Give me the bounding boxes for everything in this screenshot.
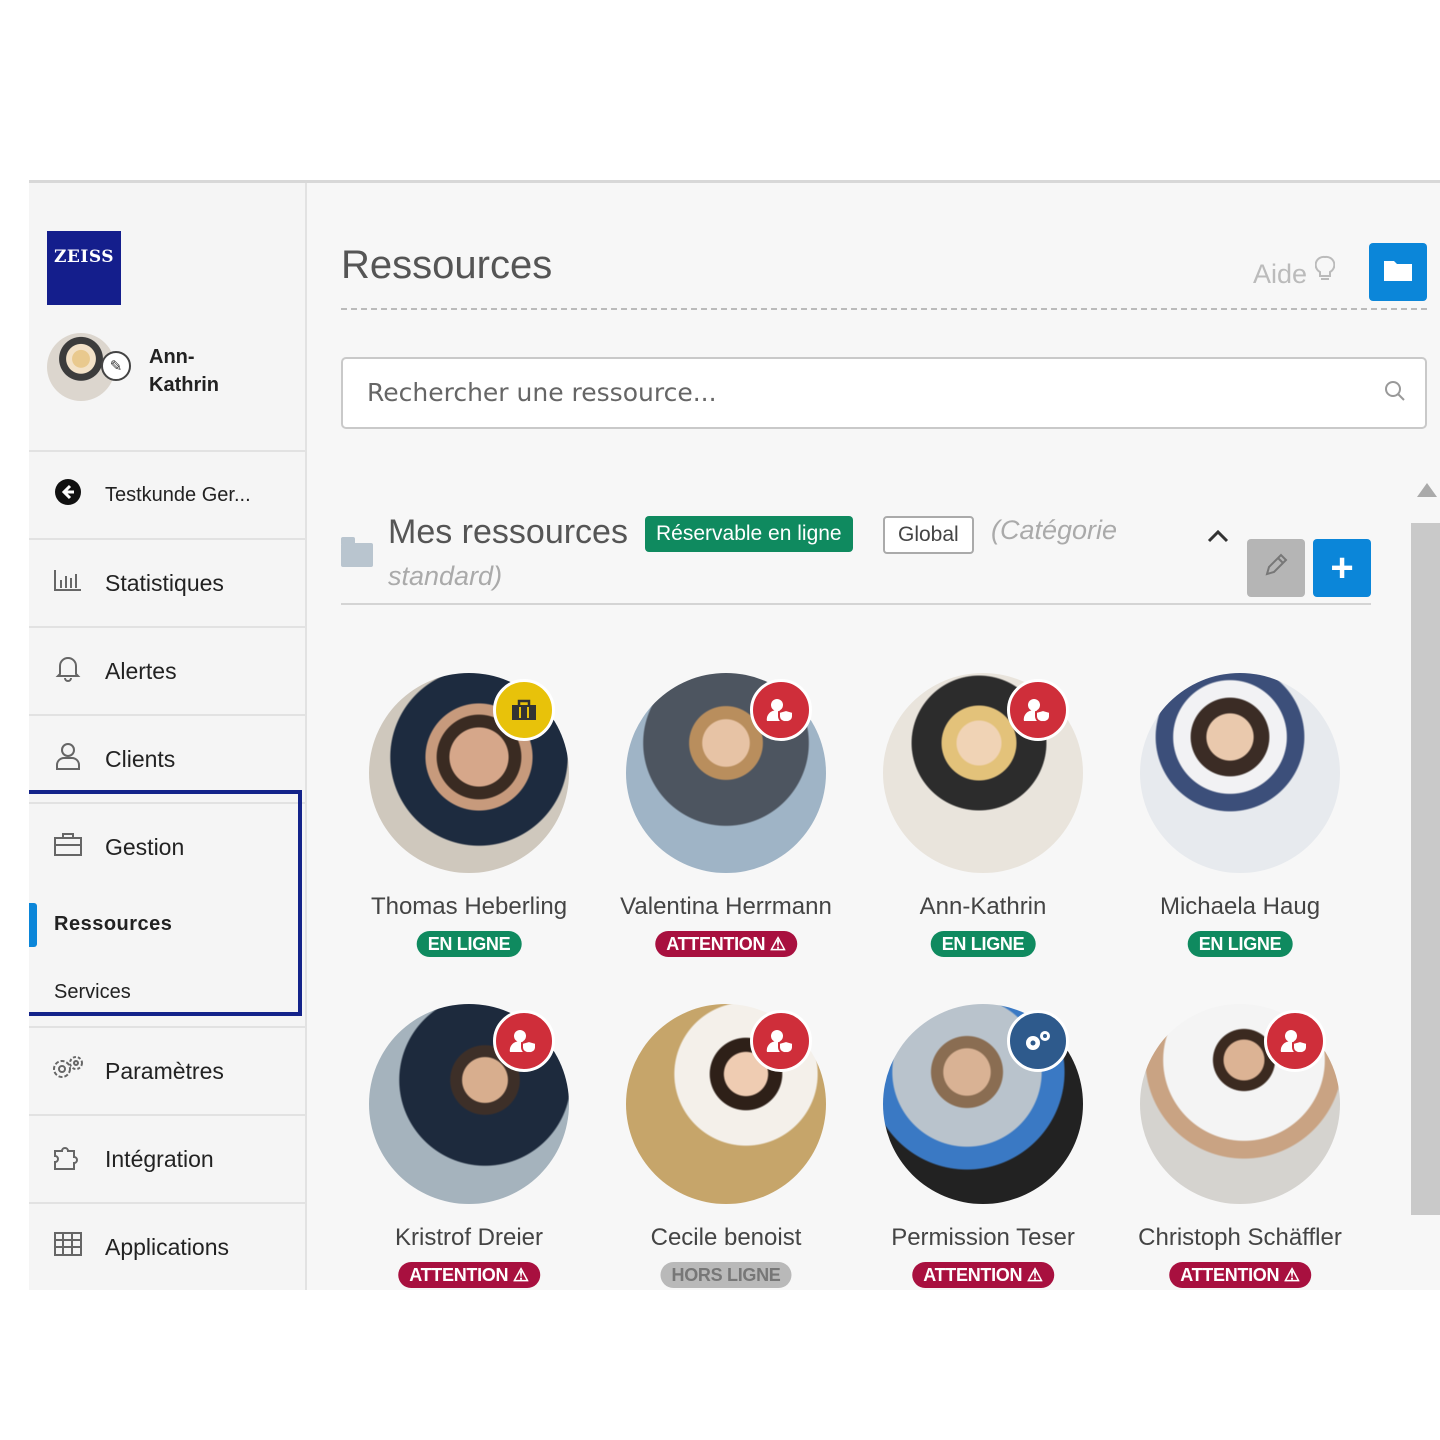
bar-chart-icon — [51, 568, 85, 598]
status-label: ATTENTION — [923, 1265, 1023, 1285]
sidebar-item-integration[interactable]: Intégration — [29, 1114, 305, 1202]
zeiss-logo[interactable]: ZEISS — [47, 231, 121, 305]
status-badge: HORS LIGNE — [660, 1262, 792, 1288]
sidebar-item-applications[interactable]: Applications — [29, 1202, 305, 1290]
folder-icon — [341, 537, 373, 567]
status-badge: ATTENTION ⚠ — [398, 1262, 540, 1288]
user-shield-icon — [1264, 1010, 1326, 1072]
sidebar-item-parametres[interactable]: Paramètres — [29, 1026, 305, 1114]
sidebar-item-back-account[interactable]: Testkunde Ger... — [29, 450, 305, 538]
page-title: Ressources — [341, 243, 553, 287]
add-resource-button[interactable]: + — [1313, 539, 1371, 597]
sidebar-subitem-ressources[interactable]: Ressources — [29, 890, 305, 958]
status-badge: EN LIGNE — [416, 931, 522, 957]
resource-name: Michaela Haug — [1159, 893, 1321, 920]
resource-name: Kristrof Dreier — [394, 1224, 544, 1251]
grid-icon — [51, 1231, 85, 1263]
app-window: ZEISS ✎ Ann- Kathrin Testkunde Ger... St… — [29, 180, 1440, 1290]
lightbulb-icon — [1314, 255, 1335, 289]
search-icon[interactable] — [1383, 379, 1407, 410]
tag-global: Global — [883, 516, 974, 554]
user-icon — [51, 741, 85, 777]
status-badge: ATTENTION ⚠ — [655, 931, 797, 957]
back-circle-icon — [51, 478, 85, 513]
sidebar-item-label: Applications — [105, 1233, 230, 1260]
title-divider — [341, 308, 1427, 310]
resource-name: Valentina Herrmann — [620, 893, 832, 920]
category-note-2: standard) — [388, 561, 503, 591]
user-shield-icon — [750, 679, 812, 741]
category-note: (Catégorie — [991, 515, 1118, 545]
sidebar-nav: Testkunde Ger... Statistiques Alertes Cl… — [29, 450, 305, 1290]
group-title: Mes ressources — [388, 513, 628, 551]
user-profile[interactable]: ✎ Ann- Kathrin — [47, 333, 297, 413]
edit-profile-icon[interactable]: ✎ — [101, 351, 131, 381]
resource-group-header: Mes ressources Réservable en ligne Globa… — [341, 513, 1371, 605]
help-label: Aide — [1253, 259, 1308, 289]
warning-icon: ⚠ — [512, 1265, 529, 1285]
briefcase-icon — [493, 679, 555, 741]
warning-icon: ⚠ — [1283, 1265, 1300, 1285]
status-badge: ATTENTION ⚠ — [1169, 1262, 1311, 1288]
sidebar-item-label: Testkunde Ger... — [105, 483, 251, 506]
search-input[interactable] — [343, 359, 1329, 425]
folder-button[interactable] — [1369, 243, 1427, 301]
bell-icon — [51, 654, 85, 688]
user-shield-icon — [1007, 679, 1069, 741]
gears-icon — [51, 1054, 85, 1088]
status-badge: EN LIGNE — [1187, 931, 1293, 957]
folder-icon — [1383, 258, 1413, 287]
sidebar-item-label: Statistiques — [105, 569, 224, 596]
puzzle-icon — [51, 1141, 85, 1177]
user-shield-icon — [750, 1010, 812, 1072]
help-link[interactable]: Aide — [1253, 255, 1335, 290]
status-badge: EN LIGNE — [930, 931, 1036, 957]
user-shield-icon — [493, 1010, 555, 1072]
sidebar-item-statistiques[interactable]: Statistiques — [29, 538, 305, 626]
resource-name: Permission Teser — [891, 1224, 1075, 1251]
warning-icon: ⚠ — [1026, 1265, 1043, 1285]
edit-group-button[interactable] — [1247, 539, 1305, 597]
sidebar-item-label: Intégration — [105, 1145, 214, 1172]
briefcase-icon — [51, 831, 85, 863]
sidebar: ZEISS ✎ Ann- Kathrin Testkunde Ger... St… — [29, 183, 307, 1290]
chevron-up-icon[interactable] — [1207, 519, 1229, 550]
resource-name: Christoph Schäffler — [1138, 1224, 1342, 1251]
resource-name: Thomas Heberling — [370, 893, 568, 920]
resource-name: Cecile benoist — [650, 1224, 802, 1251]
gears-icon — [1007, 1010, 1069, 1072]
sidebar-item-clients[interactable]: Clients — [29, 714, 305, 802]
sidebar-item-label: Alertes — [105, 657, 177, 684]
search-box — [341, 357, 1427, 429]
status-label: ATTENTION — [1180, 1265, 1280, 1285]
resource-name: Ann-Kathrin — [919, 893, 1047, 920]
sidebar-item-alertes[interactable]: Alertes — [29, 626, 305, 714]
status-label: ATTENTION — [409, 1265, 509, 1285]
user-name: Ann- Kathrin — [149, 346, 219, 396]
warning-icon: ⚠ — [769, 934, 786, 954]
status-label: ATTENTION — [666, 934, 766, 954]
status-badge: ATTENTION ⚠ — [912, 1262, 1054, 1288]
sidebar-item-label: Paramètres — [105, 1057, 224, 1084]
tag-bookable-online: Réservable en ligne — [645, 516, 853, 552]
resource-photo — [1140, 673, 1340, 873]
sidebar-item-gestion[interactable]: Gestion — [29, 802, 305, 890]
sidebar-item-label: Clients — [105, 745, 176, 772]
sidebar-item-label: Gestion — [105, 833, 185, 860]
scroll-up-arrow[interactable] — [1417, 483, 1437, 497]
plus-icon: + — [1330, 545, 1354, 590]
main-content: Ressources Aide Mes ressources Réservabl… — [307, 183, 1440, 1290]
sidebar-subitem-services[interactable]: Services — [29, 958, 305, 1026]
scrollbar[interactable] — [1411, 523, 1440, 1215]
pencil-icon — [1263, 552, 1289, 585]
